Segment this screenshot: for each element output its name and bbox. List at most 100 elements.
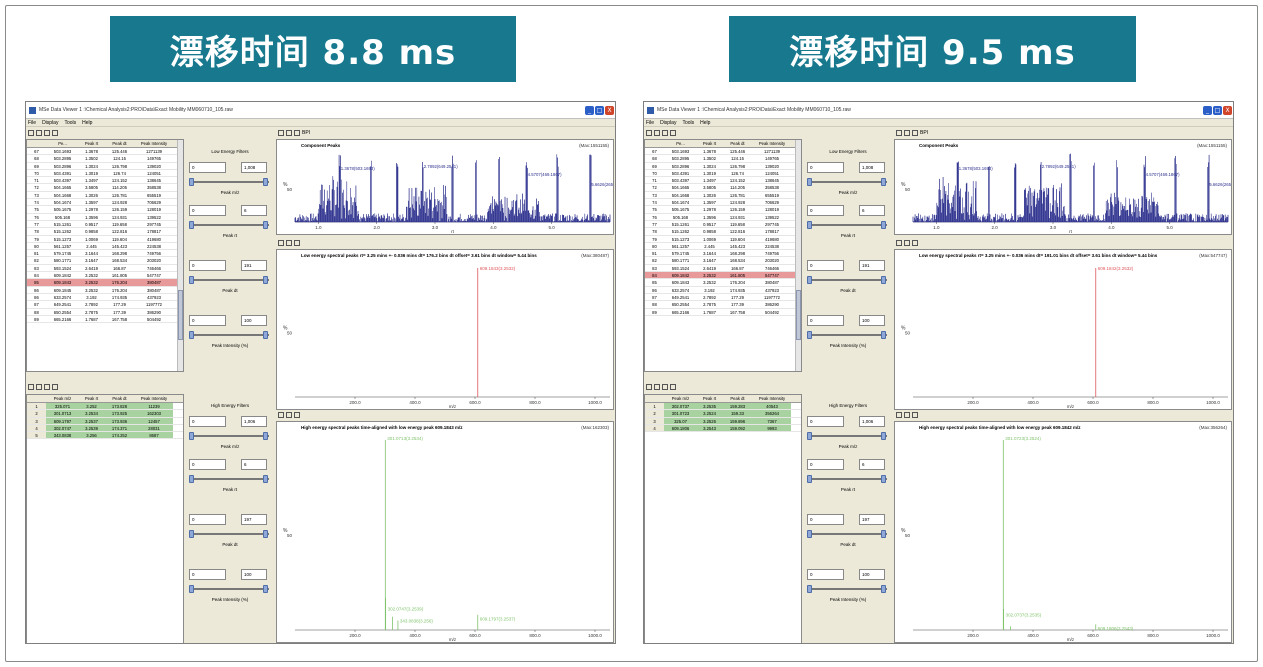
column-header[interactable]: Peak rt — [697, 395, 722, 402]
slider-min-handle[interactable] — [807, 331, 812, 339]
filter-min-input[interactable]: 0 — [189, 514, 226, 525]
copy-icon[interactable] — [294, 130, 300, 136]
copy-icon[interactable] — [294, 240, 300, 246]
copy-icon[interactable] — [670, 130, 676, 136]
minimize-button[interactable]: _ — [585, 105, 594, 115]
column-header[interactable]: Peak dt — [722, 140, 753, 147]
minimize-button[interactable]: _ — [1203, 105, 1212, 115]
menu-item-help[interactable]: Help — [700, 120, 710, 126]
slider-min-handle[interactable] — [189, 221, 194, 229]
export-icon[interactable] — [36, 384, 42, 390]
slider-max-handle[interactable] — [881, 475, 886, 483]
table-row[interactable]: 3 609.1797 3.2537 173.936 12457 — [27, 417, 183, 425]
table-row[interactable]: 71 503.4397 1.3497 124.152 138645 — [645, 177, 801, 185]
table-row[interactable]: 82 580.1771 3.1647 168.534 203020 — [27, 257, 183, 265]
filter-min-input[interactable]: 0 — [189, 416, 226, 427]
slider-max-handle[interactable] — [881, 530, 886, 538]
print-icon[interactable] — [286, 412, 292, 418]
copy-icon[interactable] — [294, 412, 300, 418]
column-header[interactable]: Pe... — [46, 140, 79, 147]
scrollbar-thumb[interactable] — [796, 290, 801, 340]
zoom-icon[interactable] — [896, 412, 902, 418]
table-row[interactable]: 86 633.2574 3.192 174.935 437923 — [27, 294, 183, 302]
table-row[interactable]: 73 504.1668 1.3026 126.781 655519 — [645, 192, 801, 200]
export-icon[interactable] — [36, 130, 42, 136]
table-row[interactable]: 80 561.1257 2.445 145.423 224538 — [645, 243, 801, 251]
table-row[interactable]: 89 665.2166 1.7687 167.758 504492 — [27, 316, 183, 324]
zoom-icon[interactable] — [278, 412, 284, 418]
table-row[interactable]: 78 515.1262 0.9858 122.816 178817 — [645, 228, 801, 236]
filter-range-slider[interactable] — [189, 178, 269, 186]
table-row[interactable]: 1 302.0737 3.2535 159.283 40543 — [645, 403, 801, 411]
filter-range-slider[interactable] — [189, 331, 269, 339]
copy-icon[interactable] — [912, 240, 918, 246]
print-icon[interactable] — [904, 240, 910, 246]
table-row[interactable]: 79 515.1273 1.0069 119.604 419680 — [27, 236, 183, 243]
table-row[interactable]: 68 503.2895 1.3502 124.15 149765 — [27, 155, 183, 163]
table-row[interactable]: 74 504.1674 1.3597 124.928 706629 — [645, 199, 801, 207]
table-row[interactable]: 69 503.2896 1.3024 126.798 139020 — [27, 163, 183, 170]
filter-max-input[interactable]: 100 — [241, 315, 267, 326]
filter-range-slider[interactable] — [807, 178, 887, 186]
table-row[interactable]: 70 503.4391 1.3019 126.74 124051 — [645, 170, 801, 178]
filter-max-input[interactable]: 6 — [859, 459, 885, 470]
column-header[interactable]: Peak Intensity — [753, 395, 791, 402]
slider-min-handle[interactable] — [807, 432, 812, 440]
table-row[interactable]: 80 561.1257 2.445 145.423 224538 — [27, 243, 183, 251]
filter-min-input[interactable]: 0 — [807, 569, 844, 580]
filter-max-input[interactable]: 197 — [241, 514, 267, 525]
filter-range-slider[interactable] — [807, 432, 887, 440]
slider-min-handle[interactable] — [189, 585, 194, 593]
filter-range-slider[interactable] — [807, 530, 887, 538]
print-icon[interactable] — [904, 412, 910, 418]
filter-max-input[interactable]: 100 — [859, 315, 885, 326]
filter-icon[interactable] — [44, 130, 50, 136]
filter-min-input[interactable]: 0 — [807, 205, 844, 216]
filter-min-input[interactable]: 0 — [807, 459, 844, 470]
table-row[interactable]: 82 580.1771 3.1647 168.534 203020 — [645, 257, 801, 265]
bpi-label[interactable]: BPI — [920, 130, 928, 136]
table-row[interactable]: 70 503.4391 1.3019 126.74 124051 — [27, 170, 183, 178]
slider-min-handle[interactable] — [189, 178, 194, 186]
table-row[interactable]: 3 325.07 3.2526 159.896 7367 — [645, 417, 801, 425]
column-header[interactable]: Peak dt — [722, 395, 753, 402]
table-row[interactable]: 67 503.1693 1.3678 125.446 1271139 — [645, 148, 801, 156]
export-icon[interactable] — [654, 130, 660, 136]
menu-item-help[interactable]: Help — [82, 120, 92, 126]
table-row-selected[interactable]: 85 609.1843 3.2532 176.204 380487 — [27, 279, 183, 287]
slider-max-handle[interactable] — [263, 432, 268, 440]
slider-min-handle[interactable] — [189, 276, 194, 284]
table-row[interactable]: 84 609.1842 3.2532 161.805 547747 — [27, 272, 183, 280]
table-row[interactable]: 1 325.071 3.252 173.828 11239 — [27, 403, 183, 411]
table-row[interactable]: 67 503.1693 1.3678 125.446 1271139 — [27, 148, 183, 156]
filter-min-input[interactable]: 0 — [189, 459, 226, 470]
zoom-icon[interactable] — [278, 130, 284, 136]
slider-min-handle[interactable] — [807, 585, 812, 593]
table-row[interactable]: 86 609.1845 3.2532 176.204 380487 — [27, 287, 183, 294]
table-row[interactable]: 72 504.1665 3.5805 114.205 358538 — [645, 184, 801, 192]
slider-max-handle[interactable] — [263, 178, 268, 186]
menu-item-display[interactable]: Display — [660, 120, 676, 126]
filter-min-input[interactable]: 0 — [189, 205, 226, 216]
print-icon[interactable] — [286, 240, 292, 246]
column-header[interactable]: Peak m/z — [46, 395, 79, 402]
slider-min-handle[interactable] — [807, 276, 812, 284]
slider-max-handle[interactable] — [881, 585, 886, 593]
filter-min-input[interactable]: 0 — [189, 315, 226, 326]
filter-range-slider[interactable] — [189, 475, 269, 483]
column-header[interactable]: Peak dt — [104, 140, 135, 147]
filter-range-slider[interactable] — [189, 432, 269, 440]
slider-max-handle[interactable] — [263, 475, 268, 483]
table-row[interactable]: 88 650.2554 2.7875 177.39 386290 — [645, 301, 801, 309]
filter-max-input[interactable]: 1,006 — [859, 416, 885, 427]
slider-min-handle[interactable] — [189, 475, 194, 483]
slider-min-handle[interactable] — [807, 475, 812, 483]
table-scrollbar[interactable] — [177, 140, 183, 371]
slider-max-handle[interactable] — [881, 221, 886, 229]
table-row[interactable]: 72 504.1665 3.5805 114.205 358538 — [27, 184, 183, 192]
zoom-icon[interactable] — [896, 240, 902, 246]
filter-max-input[interactable]: 1,008 — [859, 162, 885, 173]
filter-max-input[interactable]: 1,006 — [241, 416, 267, 427]
table-row[interactable]: 74 504.1674 1.3597 124.928 706629 — [27, 199, 183, 207]
filter-range-slider[interactable] — [807, 276, 887, 284]
